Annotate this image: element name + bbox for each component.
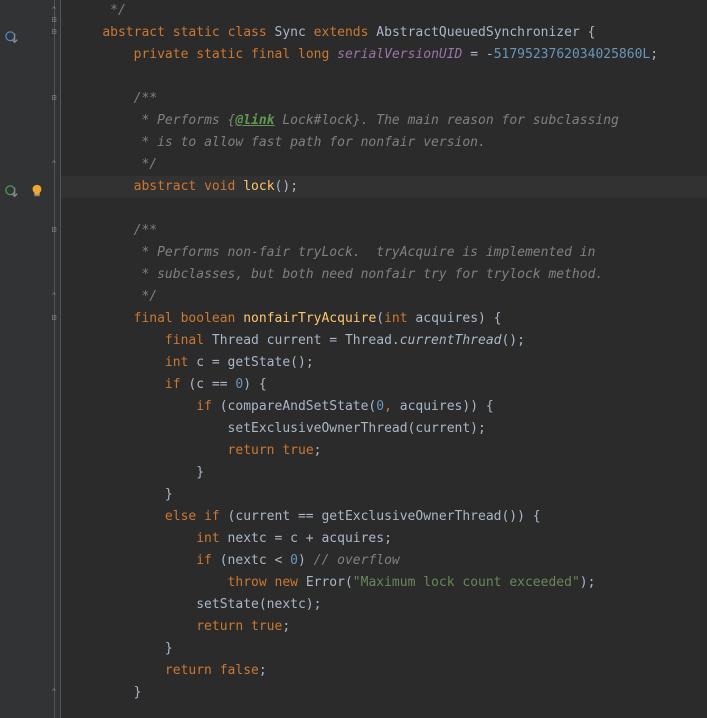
override-icon[interactable]	[2, 28, 22, 48]
code-line[interactable]: /**	[71, 220, 707, 242]
fold-toggle[interactable]: ⌃	[50, 159, 58, 168]
code-area[interactable]: */ abstract static class Sync extends Ab…	[61, 0, 707, 718]
fold-toggle[interactable]: ⊟	[50, 27, 58, 36]
fold-toggle[interactable]: ⊟	[50, 93, 58, 102]
code-line[interactable]: * subclasses, but both need nonfair try …	[71, 264, 707, 286]
icon-gutter	[0, 0, 47, 718]
code-line[interactable]: if (nextc < 0) // overflow	[71, 550, 707, 572]
code-line[interactable]: * Performs non-fair tryLock. tryAcquire …	[71, 242, 707, 264]
code-line[interactable]: */	[71, 286, 707, 308]
code-line[interactable]: private static final long serialVersionU…	[71, 44, 707, 66]
fold-toggle[interactable]: ⌃	[50, 291, 58, 300]
code-line[interactable]: }	[71, 462, 707, 484]
code-line[interactable]: return true;	[71, 440, 707, 462]
code-line[interactable]: abstract static class Sync extends Abstr…	[71, 22, 707, 44]
code-line[interactable]	[71, 66, 707, 88]
code-line[interactable]: throw new Error("Maximum lock count exce…	[71, 572, 707, 594]
code-line[interactable]: * is to allow fast path for nonfair vers…	[71, 132, 707, 154]
code-line[interactable]: }	[71, 484, 707, 506]
fold-gutter: ⌃⊟⊟⊟⌃⊟⌃⊟⌃	[47, 0, 61, 718]
code-line[interactable]: int nextc = c + acquires;	[71, 528, 707, 550]
fold-toggle[interactable]: ⊟	[50, 225, 58, 234]
code-line[interactable]: return false;	[71, 660, 707, 682]
code-line[interactable]: final boolean nonfairTryAcquire(int acqu…	[71, 308, 707, 330]
code-line[interactable]: if (compareAndSetState(0, acquires)) {	[71, 396, 707, 418]
code-line[interactable]: abstract void lock();	[61, 176, 707, 198]
code-line[interactable]	[71, 198, 707, 220]
intention-bulb-icon[interactable]	[30, 184, 44, 198]
fold-toggle[interactable]: ⌃	[50, 687, 58, 696]
code-line[interactable]: /**	[71, 88, 707, 110]
code-line[interactable]: setExclusiveOwnerThread(current);	[71, 418, 707, 440]
fold-toggle[interactable]: ⌃	[50, 5, 58, 14]
code-line[interactable]: }	[71, 682, 707, 704]
code-line[interactable]: setState(nextc);	[71, 594, 707, 616]
code-line[interactable]: */	[71, 154, 707, 176]
implement-icon[interactable]	[2, 182, 22, 202]
code-line[interactable]: else if (current == getExclusiveOwnerThr…	[71, 506, 707, 528]
code-line[interactable]: final Thread current = Thread.currentThr…	[71, 330, 707, 352]
code-line[interactable]: * Performs {@link Lock#lock}. The main r…	[71, 110, 707, 132]
code-line[interactable]: return true;	[71, 616, 707, 638]
code-line[interactable]: if (c == 0) {	[71, 374, 707, 396]
code-line[interactable]: */	[71, 0, 707, 22]
code-editor[interactable]: ⌃⊟⊟⊟⌃⊟⌃⊟⌃ */ abstract static class Sync …	[0, 0, 707, 718]
code-line[interactable]: int c = getState();	[71, 352, 707, 374]
fold-toggle[interactable]: ⊟	[50, 313, 58, 322]
code-line[interactable]: }	[71, 638, 707, 660]
fold-toggle[interactable]: ⊟	[50, 15, 58, 24]
